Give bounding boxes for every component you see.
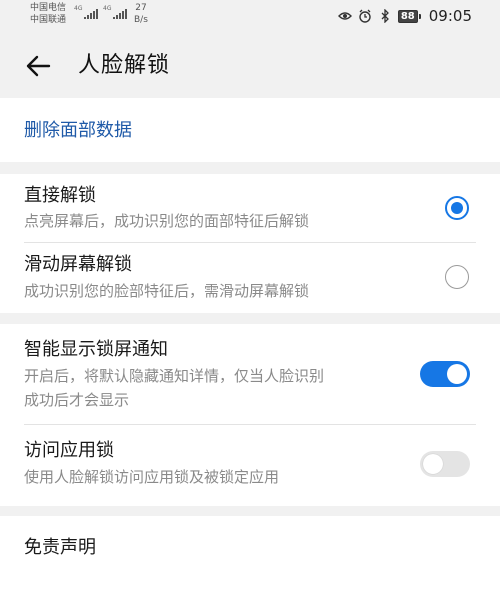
bluetooth-icon [378, 9, 392, 23]
toggle-settings-card: 智能显示锁屏通知 开启后，将默认隐藏通知详情，仅当人脸识别 成功后才会显示 访问… [0, 324, 500, 506]
carrier-2: 中国联通 [30, 15, 67, 25]
unlock-mode-direct[interactable]: 直接解锁 点亮屏幕后，成功识别您的面部特征后解锁 [0, 174, 500, 242]
arrow-left-icon [26, 55, 51, 77]
disclaimer-link[interactable]: 免责声明 [24, 536, 96, 560]
battery-level: 88 [397, 9, 418, 23]
status-bar: 中国电信 中国联通 4G 4G 27 B/s 88 09:05 [0, 0, 500, 34]
delete-face-data-button[interactable]: 删除面部数据 [24, 118, 132, 144]
signal-bars-2-icon [113, 9, 127, 19]
battery-icon: 88 [397, 9, 421, 23]
clock: 09:05 [428, 7, 472, 25]
network-type-1: 4G [74, 5, 83, 12]
signal-bars-1-icon [84, 9, 98, 19]
back-button[interactable] [18, 46, 58, 86]
toggle-title: 智能显示锁屏通知 [24, 339, 168, 360]
radio-direct-unlock-selected[interactable] [445, 196, 469, 220]
unlock-mode-title: 滑动屏幕解锁 [24, 254, 132, 275]
unlock-mode-swipe[interactable]: 滑动屏幕解锁 成功识别您的脸部特征后，需滑动屏幕解锁 [0, 243, 500, 313]
unlock-mode-subtitle: 点亮屏幕后，成功识别您的面部特征后解锁 [24, 212, 310, 230]
network-speed-unit: B/s [134, 15, 148, 25]
unlock-mode-title: 直接解锁 [24, 185, 96, 206]
toggle-subtitle-line-1: 开启后，将默认隐藏通知详情，仅当人脸识别 [24, 367, 325, 385]
delete-face-data-card: 删除面部数据 [0, 98, 500, 162]
carrier-1: 中国电信 [30, 3, 67, 13]
app-bar: 人脸解锁 [0, 34, 500, 98]
toggle-subtitle: 使用人脸解锁访问应用锁及被锁定应用 [24, 468, 280, 486]
smart-notification-toggle[interactable] [420, 361, 470, 387]
app-lock-toggle[interactable] [420, 451, 470, 477]
alarm-icon [358, 9, 372, 23]
page-title: 人脸解锁 [78, 53, 171, 78]
network-type-2: 4G [103, 5, 112, 12]
toggle-title: 访问应用锁 [24, 440, 114, 461]
unlock-mode-subtitle: 成功识别您的脸部特征后，需滑动屏幕解锁 [24, 282, 310, 300]
carrier-info: 中国电信 中国联通 [30, 2, 66, 26]
network-speed-value: 27 [135, 3, 147, 13]
radio-swipe-unlock[interactable] [445, 265, 469, 289]
toggle-subtitle-line-2: 成功后才会显示 [24, 391, 130, 409]
status-icons: 88 09:05 [337, 7, 472, 25]
network-speed: 27 B/s [134, 2, 148, 26]
eye-icon [337, 9, 352, 23]
app-lock-access-row[interactable]: 访问应用锁 使用人脸解锁访问应用锁及被锁定应用 [0, 425, 500, 506]
smart-lock-screen-notification-row[interactable]: 智能显示锁屏通知 开启后，将默认隐藏通知详情，仅当人脸识别 成功后才会显示 [0, 324, 500, 424]
unlock-mode-card: 直接解锁 点亮屏幕后，成功识别您的面部特征后解锁 滑动屏幕解锁 成功识别您的脸部… [0, 174, 500, 313]
disclaimer-card: 免责声明 [0, 516, 500, 591]
